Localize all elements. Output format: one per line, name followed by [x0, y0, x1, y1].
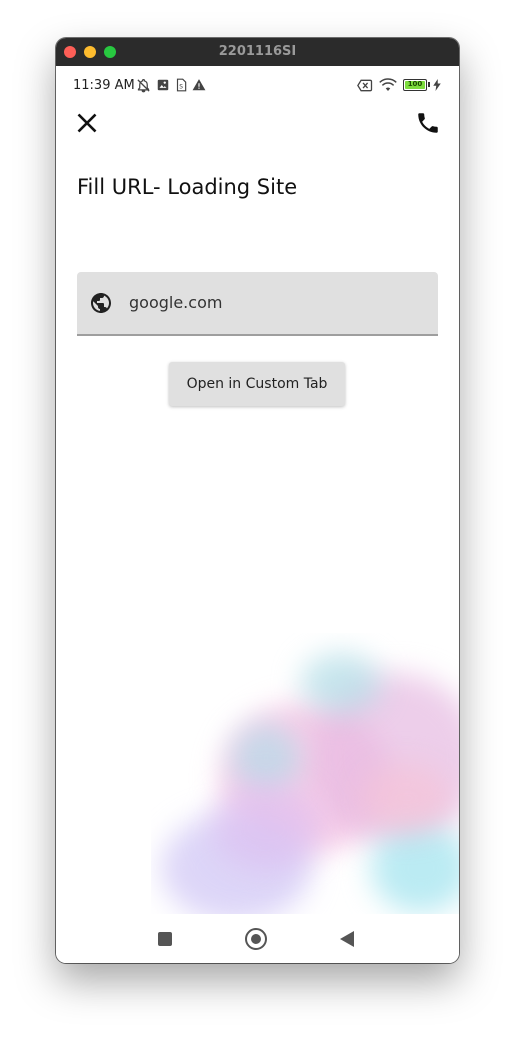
url-value: google.com	[129, 293, 223, 312]
status-icons-left: S	[136, 77, 206, 93]
navigation-bar	[56, 914, 459, 963]
page-title: Fill URL- Loading Site	[77, 175, 298, 199]
device-window: 2201116SI 11:39 AM S 100 Fill URL- Loadi…	[56, 38, 459, 963]
no-sim-icon	[357, 79, 373, 91]
battery-level: 100	[407, 80, 423, 88]
close-icon	[77, 113, 97, 133]
status-icons-right: 100	[357, 77, 441, 93]
warning-icon	[192, 79, 206, 91]
image-icon	[157, 79, 169, 91]
watercolor-decoration	[151, 633, 459, 915]
window-titlebar: 2201116SI	[56, 38, 459, 66]
window-title: 2201116SI	[218, 44, 297, 59]
status-bar: 11:39 AM S 100	[56, 66, 459, 102]
wifi-icon	[379, 78, 397, 91]
close-button[interactable]	[74, 110, 100, 136]
sim-icon: S	[176, 78, 187, 92]
open-custom-tab-button[interactable]: Open in Custom Tab	[169, 362, 345, 406]
globe-icon	[91, 293, 111, 313]
battery-icon: 100	[403, 79, 430, 91]
call-button[interactable]	[415, 110, 441, 136]
app-top-bar	[56, 102, 459, 152]
phone-icon	[418, 113, 438, 133]
home-circle-icon[interactable]	[245, 928, 267, 950]
status-time: 11:39 AM	[73, 78, 135, 93]
charging-icon	[433, 79, 441, 91]
svg-text:S: S	[179, 85, 183, 91]
recents-square-icon[interactable]	[158, 932, 172, 946]
notifications-off-icon	[137, 78, 150, 92]
back-triangle-icon[interactable]	[340, 931, 354, 947]
url-input[interactable]: google.com	[77, 272, 438, 336]
